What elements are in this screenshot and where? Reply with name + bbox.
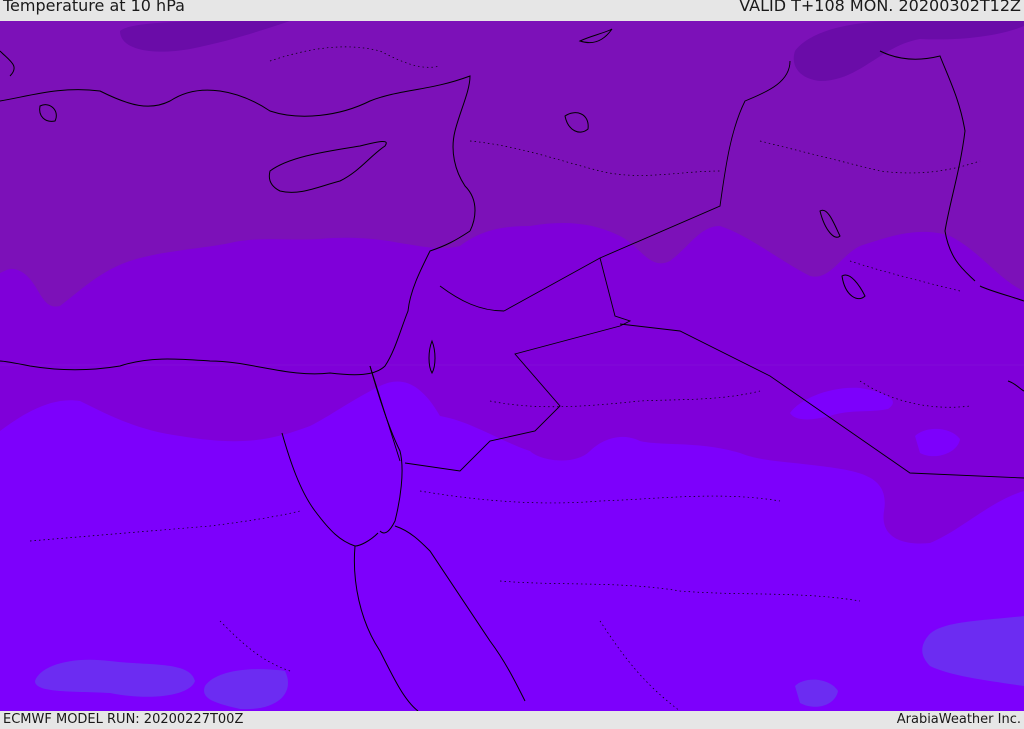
credit: ArabiaWeather Inc. — [896, 712, 1021, 727]
weather-map[interactable] — [0, 21, 1024, 711]
header-bar: Temperature at 10 hPa VALID T+108 MON. 2… — [0, 0, 1024, 21]
footer-bar: ECMWF MODEL RUN: 20200227T00Z ArabiaWeat… — [0, 711, 1024, 729]
valid-time: VALID T+108 MON. 20200302T12Z — [739, 0, 1021, 15]
map-canvas — [0, 21, 1024, 711]
model-run: ECMWF MODEL RUN: 20200227T00Z — [3, 712, 244, 727]
map-title: Temperature at 10 hPa — [3, 0, 185, 15]
